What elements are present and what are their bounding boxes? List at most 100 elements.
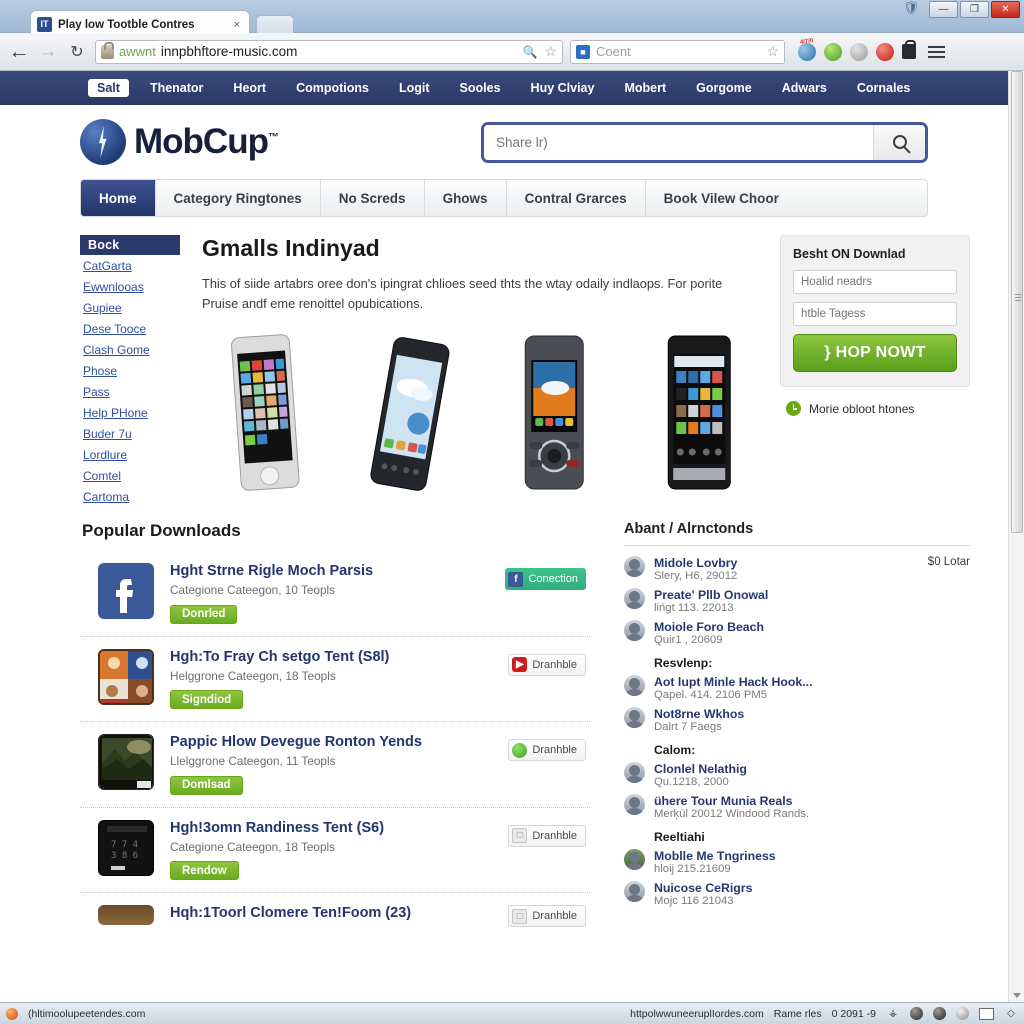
list-item[interactable]: 7 7 4 3 8 6 Hgh!3omn Randiness Tent (S6)…	[80, 808, 590, 893]
topmenu-item[interactable]: Heort	[218, 81, 281, 95]
sidebar-item-cartoma[interactable]: Cartoma	[80, 486, 180, 507]
item-title[interactable]: Hgh:To Fray Ch setgo Tent (S8l)	[170, 649, 492, 665]
scrollbar-thumb[interactable]	[1011, 71, 1023, 533]
list-item[interactable]: Preate' Pllb Onowal lińgt 113. 22013	[624, 586, 970, 618]
comment-name[interactable]: Moblle Me Tngriness	[654, 849, 970, 863]
status-app-icon[interactable]	[6, 1007, 18, 1020]
list-item[interactable]: Hqh:1Toorl Clomere Ten!Foom (23) □ Dranh…	[80, 893, 590, 927]
page-scrollbar[interactable]	[1008, 71, 1024, 1002]
download-button[interactable]: Donrled	[170, 604, 238, 624]
shop-now-button[interactable]: } HOP NOWT	[793, 334, 957, 372]
status-badge[interactable]: □ Dranhble	[508, 824, 586, 847]
browser-search-box[interactable]: ■ Coent ☆	[570, 39, 785, 64]
network-icon[interactable]: ⚶	[886, 1007, 900, 1021]
tray-icon-3[interactable]	[956, 1007, 969, 1020]
page-info-icon[interactable]	[101, 41, 114, 59]
address-bar[interactable]: awwnt innpbhftore-music.com 🔍 ☆	[95, 39, 563, 64]
list-item[interactable]: Hght Strne Rigle Moch Parsis Categione C…	[80, 551, 590, 637]
list-item[interactable]: Midole Lovbry Slery, H6, 29012 $0 Lotar	[624, 554, 970, 586]
list-item[interactable]: Clonlel Nelathig Qu.1218, 2000	[624, 760, 970, 792]
tab-no-screds[interactable]: No Screds	[321, 180, 425, 216]
search-input[interactable]	[484, 124, 873, 160]
topmenu-item[interactable]: Cornales	[842, 81, 926, 95]
item-title[interactable]: Hght Strne Rigle Moch Parsis	[170, 563, 489, 579]
tab-ghows[interactable]: Ghows	[425, 180, 507, 216]
comment-name[interactable]: Moiole Foro Beach	[654, 620, 970, 634]
promo-footer-link[interactable]: Morie obloot htones	[780, 401, 970, 416]
reload-icon[interactable]: ↻	[66, 42, 88, 62]
sidebar-item-help-phone[interactable]: Help PHone	[80, 402, 180, 423]
tray-icon-4[interactable]	[979, 1007, 994, 1020]
close-icon[interactable]: ×	[231, 19, 243, 31]
tab-book-vilew-choor[interactable]: Book Vilew Choor	[646, 180, 797, 216]
topmenu-item[interactable]: Mobert	[609, 81, 681, 95]
comment-name[interactable]: ühere Tour Munia Reals	[654, 794, 970, 808]
comment-name[interactable]: Preate' Pllb Onowal	[654, 588, 970, 602]
scroll-down-arrow-icon[interactable]	[1013, 993, 1021, 998]
list-item[interactable]: Not8rne Wkhos Dalrt 7 Faegs	[624, 705, 970, 737]
tray-icon-5[interactable]: ◇	[1004, 1007, 1018, 1021]
sidebar-item-phose[interactable]: Phose	[80, 360, 180, 381]
sidebar-item-pass[interactable]: Pass	[80, 381, 180, 402]
sidebar-item-dese-tooce[interactable]: Dese Tooce	[80, 318, 180, 339]
status-badge[interactable]: f Conection	[505, 568, 586, 590]
list-item[interactable]: Nuicose CeRigrs Mojc 116 21043	[624, 879, 970, 911]
comment-name[interactable]: Midole Lovbry	[654, 556, 911, 570]
comment-name[interactable]: Clonlel Nelathig	[654, 762, 970, 776]
list-item[interactable]: Hgh:To Fray Ch setgo Tent (S8l) Helggron…	[80, 637, 590, 722]
download-button[interactable]: Signdiod	[170, 690, 244, 709]
sidebar-item-gupiee[interactable]: Gupiee	[80, 297, 180, 318]
comment-name[interactable]: Nuicose CeRigrs	[654, 881, 970, 895]
status-badge[interactable]: ▶ Dranhble	[508, 653, 586, 676]
tray-icon-1[interactable]	[910, 1007, 923, 1020]
sidebar-item-ewwnlooas[interactable]: Ewwnlooas	[80, 276, 180, 297]
promo-field-1[interactable]	[793, 270, 957, 294]
topmenu-item-selected[interactable]: Salt	[88, 79, 129, 97]
sidebar-item-clash-gome[interactable]: Clash Gome	[80, 339, 180, 360]
extension-icon-3[interactable]	[850, 42, 868, 61]
sidebar-item-buder-7u[interactable]: Buder 7u	[80, 423, 180, 444]
forward-icon[interactable]: →	[37, 41, 59, 63]
logo-icon[interactable]	[80, 119, 126, 165]
item-title[interactable]: Hqh:1Toorl Clomere Ten!Foom (23)	[170, 905, 492, 921]
extension-icon-2[interactable]	[824, 42, 842, 61]
back-icon[interactable]: ←	[8, 40, 30, 64]
extension-icon-4[interactable]	[876, 42, 894, 61]
topmenu-item[interactable]: Huy Clviay	[516, 81, 610, 95]
item-title[interactable]: Hgh!3omn Randiness Tent (S6)	[170, 820, 492, 836]
topmenu-item[interactable]: Sooles	[445, 81, 516, 95]
sidebar-item-catgarta[interactable]: CatGarta	[80, 255, 180, 276]
download-button[interactable]: Domlsad	[170, 775, 243, 795]
sidebar-item-lordlure[interactable]: Lordlure	[80, 444, 180, 465]
list-item[interactable]: Moiole Foro Beach Quir1 , 20609	[624, 618, 970, 650]
topmenu-item[interactable]: Compotions	[281, 81, 384, 95]
topmenu-item[interactable]: Thenator	[135, 81, 218, 95]
tab-contral-grarces[interactable]: Contral Grarces	[507, 180, 646, 216]
tab-home[interactable]: Home	[81, 180, 156, 216]
comment-name[interactable]: Not8rne Wkhos	[654, 707, 970, 721]
tray-icon-2[interactable]	[933, 1007, 946, 1020]
list-item[interactable]: ühere Tour Munia Reals Merķül 20012 Wind…	[624, 792, 970, 824]
download-button[interactable]: Rendow	[170, 861, 239, 880]
status-badge[interactable]: Dranhble	[508, 739, 586, 761]
bookmark-star-icon[interactable]: ☆	[544, 43, 557, 60]
hamburger-menu-icon[interactable]	[928, 45, 945, 58]
item-title[interactable]: Pappic Hlow Devegue Ronton Yends	[170, 734, 492, 750]
search-engine-icon: ■	[576, 44, 590, 59]
topmenu-item[interactable]: Adwars	[767, 81, 842, 95]
tab-category-ringtones[interactable]: Category Ringtones	[156, 180, 321, 216]
list-item[interactable]: Moblle Me Tngriness hloij 215.21609	[624, 847, 970, 879]
search-button[interactable]	[873, 124, 925, 160]
comment-name[interactable]: Aot lupt Minle Hack Hook...	[654, 675, 970, 689]
lock-icon[interactable]	[902, 40, 916, 59]
topmenu-item[interactable]: Logit	[384, 81, 445, 95]
status-badge[interactable]: □ Dranhble	[508, 905, 586, 927]
list-item[interactable]: Aot lupt Minle Hack Hook... Qapel. 414. …	[624, 673, 970, 705]
sidebar-item-comtel[interactable]: Comtel	[80, 465, 180, 486]
search-star-icon[interactable]: ☆	[766, 43, 779, 60]
topmenu-item[interactable]: Gorgome	[681, 81, 767, 95]
extension-icon-1[interactable]	[798, 42, 816, 61]
site-search[interactable]	[481, 121, 928, 163]
list-item[interactable]: Pappic Hlow Devegue Ronton Yends Llelggr…	[80, 722, 590, 808]
promo-field-2[interactable]	[793, 302, 957, 326]
